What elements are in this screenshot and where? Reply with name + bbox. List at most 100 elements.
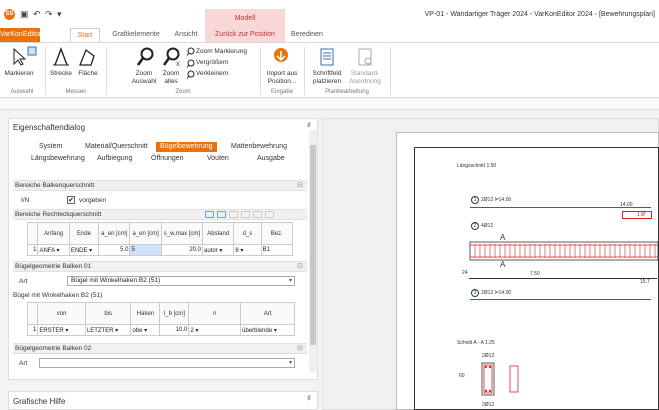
properties-panel: Eigenschaftendialog ♯ System Material/Qu… — [8, 118, 318, 380]
tab-grafikelemente[interactable]: Grafikelemente — [106, 28, 166, 42]
dim-total: 14.00 — [620, 202, 633, 208]
redo-icon[interactable]: ↷ — [45, 10, 53, 19]
table-copy-icon[interactable] — [241, 211, 250, 218]
haken-select[interactable]: obe ▾ — [130, 324, 161, 336]
tab-laengsbewehrung[interactable]: Längsbewehrung — [31, 155, 85, 162]
table-delete-icon[interactable] — [229, 211, 238, 218]
lb-input[interactable]: 10.0 — [159, 324, 190, 336]
grid-header — [26, 222, 39, 245]
customize-icon[interactable]: ▾ — [57, 10, 62, 19]
tab-buegelbewehrung[interactable]: Bügelbewehrung — [156, 142, 217, 152]
cursor-icon — [13, 48, 26, 66]
tab-oeffnungen[interactable]: Öffnungen — [151, 155, 184, 162]
grid-header: a_en [cm] — [98, 222, 131, 245]
table-extra-icon[interactable] — [265, 211, 274, 218]
buegel-grid: von bis Haken l_b [cm] n Art 1 ERSTER ▾ … — [26, 302, 295, 336]
pin-icon[interactable]: ♯ — [307, 122, 311, 129]
art2-label: Art — [19, 360, 28, 367]
markieren-button[interactable]: Markieren — [2, 70, 36, 78]
section-buegelgeometrie-01[interactable]: Bügelgeometrie Balken 01 ⊟ — [13, 261, 307, 272]
tab-aufbiegung[interactable]: Aufbiegung — [97, 155, 132, 162]
strecke-button[interactable]: Strecke — [46, 70, 76, 78]
zoom-all-icon: x — [162, 47, 180, 67]
group-eingabe: Eingabe — [270, 89, 294, 95]
tab-start[interactable]: Start — [70, 28, 100, 42]
a-en-input[interactable]: 5.0 — [98, 244, 131, 256]
zoom-alles-button[interactable]: Zoom alles — [158, 70, 184, 86]
bez-input[interactable]: B1 — [260, 244, 294, 256]
group-separator — [390, 47, 391, 95]
tab-system[interactable]: System — [39, 143, 62, 150]
graphics-help-title: Grafische Hilfe — [13, 397, 66, 406]
tab-vouten[interactable]: Vouten — [207, 155, 229, 162]
vergroessern-button[interactable]: Vergrößern — [196, 59, 229, 67]
von-select[interactable]: ERSTER ▾ — [37, 324, 86, 336]
context-tab-header: Modell — [205, 9, 285, 28]
zoom-auswahl-button[interactable]: Zoom Auswahl — [131, 70, 157, 86]
save-icon[interactable]: ▣ — [20, 10, 29, 19]
n-select[interactable]: 2 ▾ — [188, 324, 242, 336]
bar-mark-1: 1 — [471, 196, 479, 204]
group-separator — [260, 47, 261, 95]
right-label: 1 Ø — [637, 212, 646, 218]
anfang-select[interactable]: ANFA ▾ — [37, 244, 70, 256]
grid-header: Bez. — [260, 222, 294, 245]
vorgeben-checkbox[interactable]: ✔ — [67, 196, 75, 204]
title-bar: SS ▣ ↶ ↷ ▾ Modell VP-01 - Wandartiger Tr… — [0, 0, 659, 28]
row-number: 1 — [26, 244, 39, 256]
abstand-select[interactable]: autor ▾ — [201, 244, 235, 256]
tab-ansicht[interactable]: Ansicht — [170, 28, 202, 42]
section-bar-bottom: 2Ø12 — [482, 402, 495, 408]
verkleinern-button[interactable]: Verkleinern — [196, 70, 229, 78]
group-zoom: Zoom — [175, 89, 191, 95]
tab-zurueck-zur-position[interactable]: Zurück zur Position — [205, 28, 285, 42]
app-logo-icon[interactable]: SS — [4, 9, 15, 20]
tab-ausgabe[interactable]: Ausgabe — [257, 155, 285, 162]
tab-material[interactable]: Material/Querschnitt — [85, 143, 148, 150]
group-separator — [304, 47, 305, 95]
section-buegelgeometrie-02[interactable]: Bügelgeometrie Balken 02 ⊟ — [13, 343, 307, 354]
ende-select[interactable]: ENDE ▾ — [68, 244, 100, 256]
bar3-line — [470, 299, 651, 300]
bar-mark-2: 2 — [471, 222, 479, 230]
bis-select[interactable]: LETZTER ▾ — [84, 324, 132, 336]
scrollbar-thumb[interactable] — [310, 145, 316, 345]
standard-anordnung-button[interactable]: Standard- Anordnung — [345, 70, 385, 86]
flaeche-button[interactable]: Fläche — [74, 70, 102, 78]
undo-icon[interactable]: ↶ — [33, 10, 41, 19]
schriftfeld-button[interactable]: Schriftfeld platzieren — [307, 70, 347, 86]
table-add-icon[interactable] — [205, 211, 214, 218]
import-button[interactable]: Import aus Position... — [262, 70, 302, 86]
group-auswahl: Auswahl — [10, 89, 34, 95]
dim-line — [469, 278, 657, 279]
grid-header: Ende — [68, 222, 100, 245]
grid-header: Abstand — [201, 222, 235, 245]
zoom-markierung-button[interactable]: Zoom Markierung — [196, 48, 247, 56]
row-number: 1 — [26, 324, 39, 336]
art-select[interactable]: Bügel mit Winkelhaken B2 (51) ▾ — [67, 276, 295, 286]
grid-header: bis — [84, 302, 132, 325]
tab-varkoneditor[interactable]: VarKonEditor — [0, 28, 41, 42]
bugel-subheading: Bügel mit Winkelhaken B2 (51) — [13, 292, 103, 299]
art-label: Art — [19, 278, 28, 285]
grid-header — [26, 302, 39, 325]
ribbon: Markieren Auswahl Strecke Fläche Messen … — [0, 42, 659, 98]
panel-title: Eigenschaftendialog — [13, 123, 86, 132]
bar1-label: 2Ø12 l=14.00 — [481, 197, 512, 203]
tab-mattenbewehrung[interactable]: Mattenbewehrung — [231, 143, 287, 150]
rechteck-grid: Anfang Ende a_en [cm] a_en [cm] s_w,max … — [26, 222, 294, 256]
pin-icon[interactable]: ♯ — [307, 395, 311, 402]
art2-select[interactable]: ▾ — [39, 358, 295, 368]
section-balkenquerschnitt[interactable]: Bereiche Balkenquerschnitt ⊟ — [13, 180, 307, 191]
section-rechteckquerschnitt[interactable]: Bereiche Rechteckquerschnitt — [13, 209, 307, 220]
ds-select[interactable]: 8 ▾ — [233, 244, 262, 256]
bar3-label: 2Ø12 l=14.00 — [481, 290, 512, 296]
sw-max-input[interactable]: 20.0 — [160, 244, 204, 256]
a-en2-input[interactable]: 5 — [129, 244, 162, 256]
tab-beredinen[interactable]: Beredinen — [289, 28, 325, 42]
section-dim: 60 — [459, 373, 465, 379]
table-insert-icon[interactable] — [217, 211, 226, 218]
art-grid-select[interactable]: überblende ▾ — [240, 324, 295, 336]
dim-right: 15.7 — [640, 279, 650, 285]
table-paste-icon[interactable] — [253, 211, 262, 218]
